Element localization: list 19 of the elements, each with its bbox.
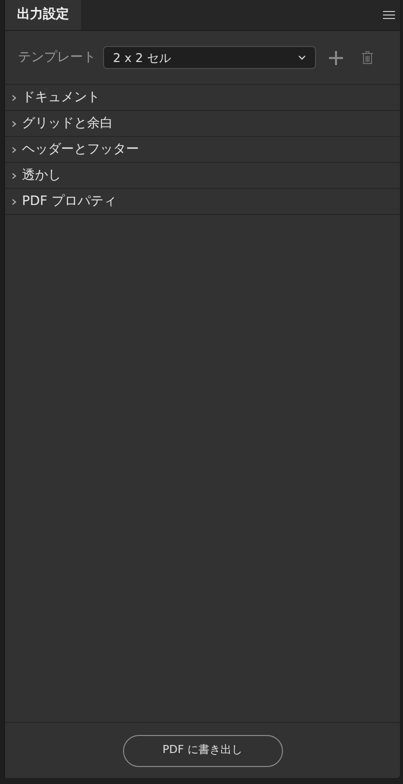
section-header[interactable]: 透かし	[22, 166, 61, 186]
section-header[interactable]: グリッドと余白	[22, 114, 113, 134]
menu-icon[interactable]	[383, 11, 395, 19]
template-value: 2 x 2 セル	[113, 50, 172, 66]
chevron-right-icon[interactable]	[11, 146, 17, 152]
trash-icon[interactable]	[362, 51, 373, 64]
chevron-right-icon[interactable]	[11, 120, 17, 126]
caret-icon	[298, 55, 306, 60]
template-dropdown[interactable]: 2 x 2 セル	[103, 46, 316, 69]
panel-tab[interactable]: 出力設定	[5, 0, 81, 30]
chevron-right-icon[interactable]	[11, 94, 17, 100]
section-header[interactable]: ドキュメント	[22, 88, 100, 108]
chevron-right-icon[interactable]	[11, 172, 17, 178]
export-pdf-button[interactable]: PDF に書き出し	[122, 734, 282, 766]
section-header[interactable]: PDF プロパティ	[22, 192, 116, 212]
add-icon[interactable]	[329, 50, 343, 64]
template-label: テンプレート	[18, 48, 96, 67]
section-header[interactable]: ヘッダーとフッター	[22, 140, 139, 160]
chevron-right-icon[interactable]	[11, 198, 17, 204]
